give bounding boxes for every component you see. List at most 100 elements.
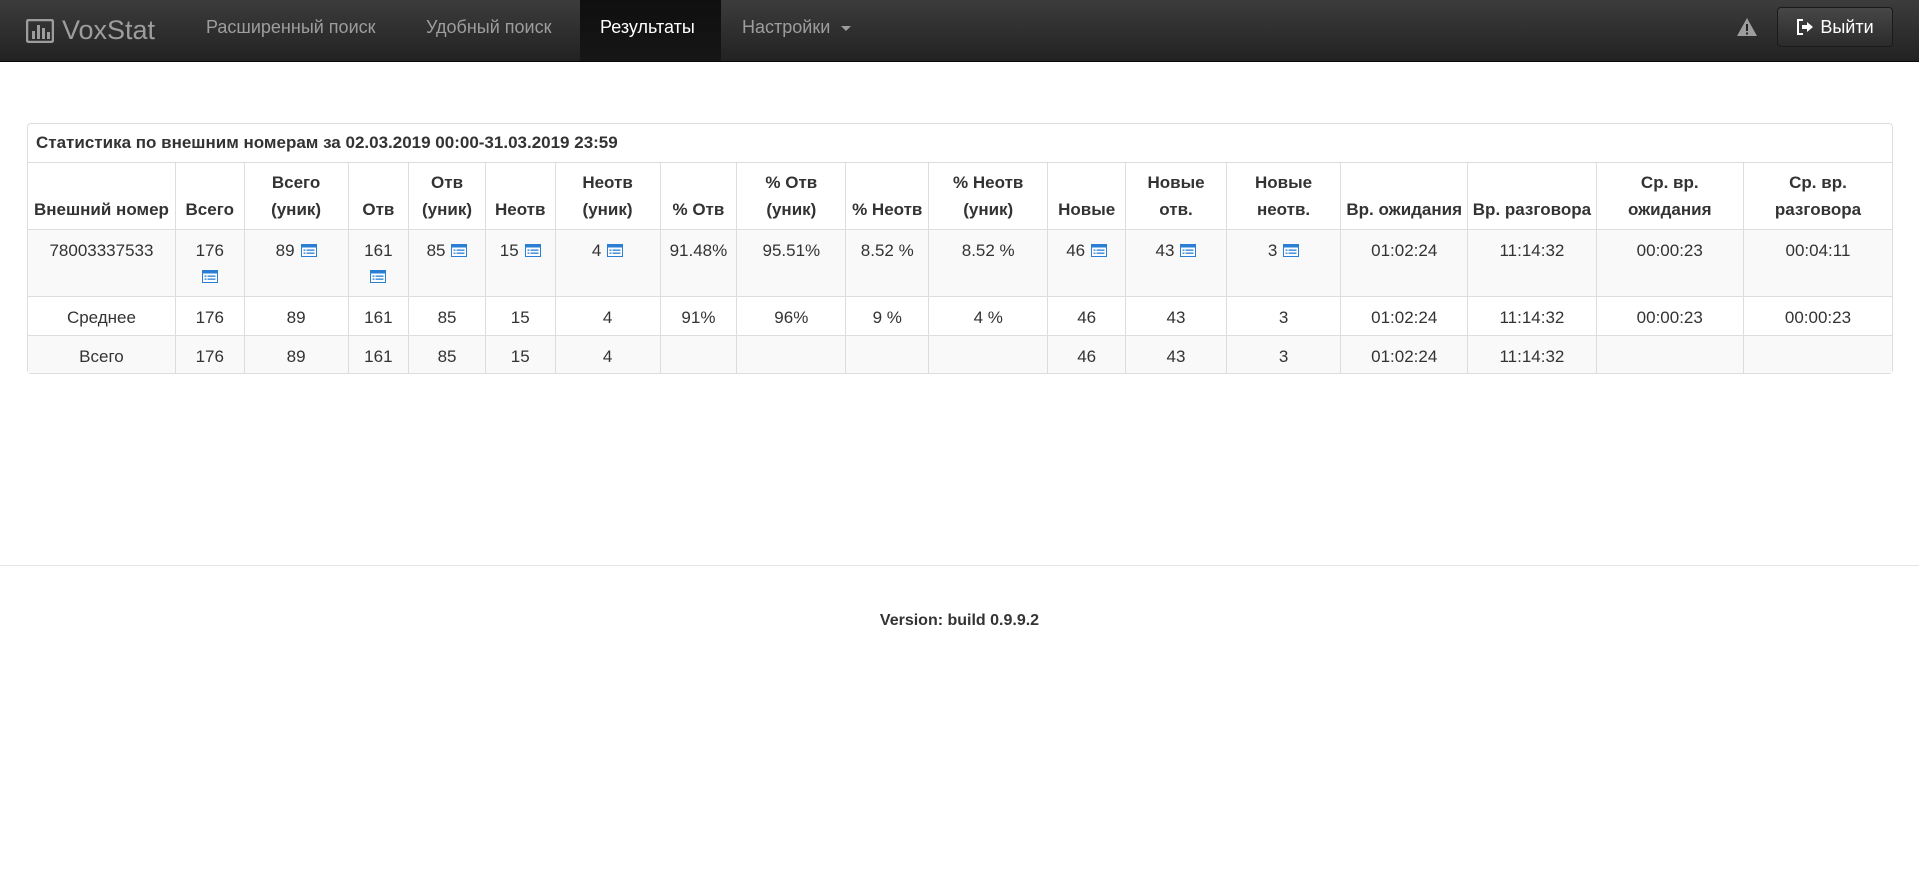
cell-value: 11:14:32 — [1499, 346, 1565, 366]
cell-value: 43 — [1155, 240, 1175, 260]
table-cell: 89 — [244, 335, 349, 373]
cell-value: 15 — [510, 346, 530, 366]
table-cell: Всего — [28, 335, 176, 373]
table-cell: 43 — [1125, 335, 1227, 373]
cell-value: 91% — [681, 307, 716, 327]
table-cell: 01:02:24 — [1340, 335, 1469, 373]
sign-out-icon — [1797, 19, 1814, 35]
table-cell: 161 — [348, 296, 410, 336]
list-icon[interactable] — [607, 238, 624, 257]
cell-value: 161 — [364, 240, 393, 260]
cell-value: 91.48% — [669, 240, 728, 260]
list-icon[interactable] — [524, 238, 541, 257]
nav-advanced-search[interactable]: Расширенный поиск — [186, 0, 396, 61]
nav-advanced-search-label: Расширенный поиск — [206, 17, 376, 37]
column-header: % Отв (уник) — [736, 163, 847, 230]
cell-value: 11:14:32 — [1499, 240, 1565, 260]
list-icon[interactable] — [1283, 238, 1300, 257]
cell-value: 3 — [1278, 346, 1289, 366]
table-cell: 11:14:32 — [1467, 229, 1597, 297]
list-icon[interactable] — [1091, 238, 1108, 257]
cell-value: 89 — [286, 307, 306, 327]
cell-value: Всего — [79, 346, 124, 366]
nav-results[interactable]: Результаты — [580, 0, 721, 61]
cell-value: 4 % — [973, 307, 1003, 327]
bar-chart-icon — [25, 18, 55, 43]
table-cell: 4 — [555, 229, 661, 297]
cell-value: 9 % — [872, 307, 902, 327]
panel-title: Статистика по внешним номерам за 02.03.2… — [28, 124, 1892, 163]
table-cell: 43 — [1125, 229, 1227, 297]
table-cell: 01:02:24 — [1340, 296, 1469, 336]
cell-value: 8.52 % — [860, 240, 914, 260]
column-header: % Отв — [660, 163, 738, 230]
table-cell: 91% — [660, 296, 738, 336]
table-cell: 89 — [244, 296, 349, 336]
cell-value: 8.52 % — [961, 240, 1015, 260]
table-cell: 11:14:32 — [1467, 335, 1597, 373]
table-row-number: 78003337533 176 89 161 85 15 4 91.48% 95.51% 8.52… — [28, 229, 1892, 297]
cell-value: 96% — [774, 307, 809, 327]
table-cell: 161 — [348, 229, 410, 297]
column-header: Внешний номер — [28, 163, 176, 230]
table-cell: 00:00:23 — [1596, 229, 1744, 297]
table-cell: 01:02:24 — [1340, 229, 1469, 297]
table-cell: 96% — [736, 296, 847, 336]
table-cell: Среднее — [28, 296, 176, 336]
cell-value: 43 — [1166, 346, 1186, 366]
table-cell: 8.52 % — [845, 229, 930, 297]
list-icon[interactable] — [300, 238, 317, 257]
stats-table: Внешний номер Всего Всего (уник) Отв Отв (ун… — [28, 163, 1892, 373]
list-icon[interactable] — [201, 264, 218, 283]
cell-value: 89 — [286, 346, 306, 366]
list-icon[interactable] — [370, 264, 387, 283]
nav-convenient-search-label: Удобный поиск — [426, 17, 552, 37]
table-cell: 4 % — [928, 296, 1049, 336]
nav-convenient-search[interactable]: Удобный поиск — [406, 0, 571, 61]
cell-value: 85 — [426, 240, 446, 260]
table-cell — [928, 335, 1049, 373]
table-cell: 4 — [555, 335, 661, 373]
version-label: Version: build 0.9.9.2 — [879, 612, 1040, 629]
cell-value: 176 — [195, 307, 224, 327]
cell-value: 78003337533 — [49, 240, 154, 260]
column-header: Неотв (уник) — [555, 163, 661, 230]
cell-value: 3 — [1267, 240, 1278, 260]
cell-value: 46 — [1077, 307, 1097, 327]
cell-value: 161 — [364, 346, 393, 366]
navbar: VoxStat Расширенный поиск Удобный поиск … — [0, 0, 1919, 62]
footer-divider — [0, 565, 1919, 566]
list-icon[interactable] — [451, 238, 468, 257]
table-cell: 85 — [408, 335, 486, 373]
table-cell: 9 % — [845, 296, 930, 336]
cell-value: Среднее — [66, 307, 136, 327]
column-header: Ср. вр. разговора — [1743, 163, 1892, 230]
table-cell: 00:00:23 — [1743, 296, 1892, 336]
cell-value: 46 — [1077, 346, 1097, 366]
list-icon[interactable] — [1180, 238, 1197, 257]
table-cell: 95.51% — [736, 229, 847, 297]
table-cell: 00:04:11 — [1743, 229, 1892, 297]
cell-value: 176 — [195, 346, 224, 366]
cell-value: 85 — [437, 307, 457, 327]
cell-value: 85 — [437, 346, 457, 366]
column-header: Отв (уник) — [408, 163, 486, 230]
column-header: % Неотв (уник) — [928, 163, 1049, 230]
cell-value: 15 — [499, 240, 519, 260]
cell-value: 176 — [195, 240, 224, 260]
table-header-row: Внешний номер Всего Всего (уник) Отв Отв (ун… — [28, 163, 1892, 230]
logout-button[interactable]: Выйти — [1777, 7, 1893, 47]
table-cell: 00:00:23 — [1596, 296, 1744, 336]
brand[interactable]: VoxStat — [25, 0, 155, 61]
table-cell: 176 — [175, 335, 245, 373]
cell-value: 4 — [602, 346, 613, 366]
warning-icon[interactable] — [1736, 16, 1758, 38]
table-cell: 15 — [485, 335, 556, 373]
cell-value: 89 — [275, 240, 295, 260]
table-cell: 46 — [1047, 296, 1127, 336]
column-header: Новые — [1047, 163, 1127, 230]
table-cell: 3 — [1226, 335, 1342, 373]
cell-value: 00:04:11 — [1785, 240, 1851, 260]
table-cell — [845, 335, 930, 373]
nav-settings-dropdown[interactable]: Настройки — [722, 0, 871, 61]
